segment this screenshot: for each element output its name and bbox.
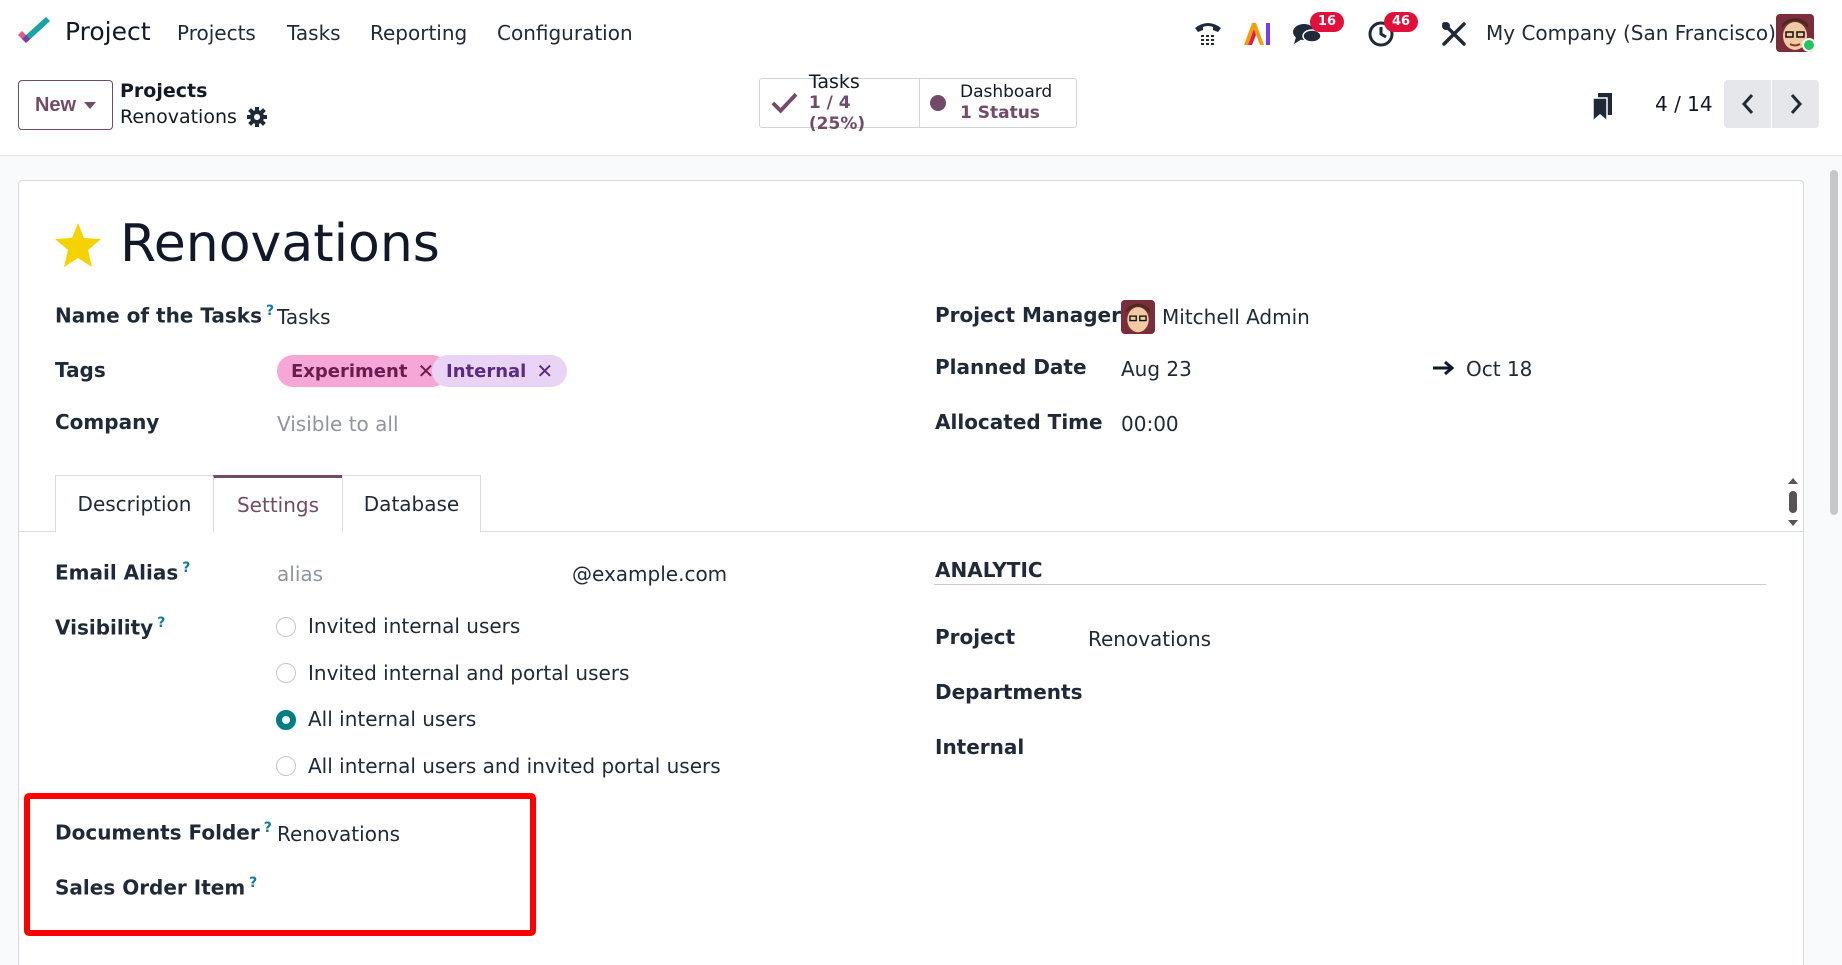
radio-all-internal-portal[interactable] xyxy=(276,756,296,776)
email-alias-label: Email Alias? xyxy=(55,560,191,585)
previous-record-button[interactable] xyxy=(1724,80,1771,128)
phone-icon[interactable] xyxy=(1191,18,1225,50)
menu-tasks[interactable]: Tasks xyxy=(287,21,341,45)
planned-end-date[interactable]: Oct 18 xyxy=(1466,357,1532,381)
chevron-left-icon xyxy=(1741,94,1753,114)
name-tasks-label: Name of the Tasks? xyxy=(55,303,275,328)
menu-projects[interactable]: Projects xyxy=(177,21,256,45)
tasks-smart-button[interactable]: Tasks 1 / 4 (25%) xyxy=(760,71,919,134)
radio-label-invited-internal-portal[interactable]: Invited internal and portal users xyxy=(308,661,629,685)
scroll-down-icon[interactable] xyxy=(1788,520,1798,526)
planned-start-date[interactable]: Aug 23 xyxy=(1121,357,1192,381)
tasks-stat-value: 1 / 4 (25%) xyxy=(808,92,866,134)
radio-all-internal[interactable] xyxy=(276,710,296,730)
breadcrumb-current: Renovations xyxy=(120,106,237,128)
caret-down-icon xyxy=(84,101,97,109)
next-record-button[interactable] xyxy=(1772,80,1819,128)
chat-icon[interactable]: 16 xyxy=(1290,12,1345,50)
app-name[interactable]: Project xyxy=(65,17,151,46)
new-button-label: New xyxy=(34,93,77,116)
chevron-right-icon xyxy=(1790,94,1802,114)
remove-tag-icon[interactable]: ✕ xyxy=(536,361,553,381)
control-panel: New Projects Renovations Tasks 1 / 4 (25… xyxy=(0,66,1842,156)
bookmark-icon[interactable] xyxy=(1592,93,1614,121)
tag-internal[interactable]: Internal ✕ xyxy=(432,355,568,387)
status-dot-icon xyxy=(929,95,946,111)
planned-date-label: Planned Date xyxy=(935,355,1087,379)
radio-label-all-internal[interactable]: All internal users xyxy=(308,707,476,731)
company-switcher[interactable]: My Company (San Francisco) xyxy=(1486,21,1776,45)
radio-invited-internal[interactable] xyxy=(276,617,296,637)
arrow-right-icon xyxy=(1433,360,1455,376)
tab-settings[interactable]: Settings xyxy=(213,475,343,532)
highlight-box xyxy=(24,793,536,936)
help-tooltip-icon[interactable]: ? xyxy=(182,560,190,576)
dashboard-stat-value: 1 Status xyxy=(959,103,1040,123)
project-title[interactable]: Renovations xyxy=(120,214,440,274)
alias-input[interactable]: alias xyxy=(277,562,323,586)
tab-description[interactable]: Description xyxy=(55,475,214,532)
visibility-label: Visibility? xyxy=(55,615,166,640)
page-scrollbar[interactable] xyxy=(1830,170,1838,515)
internal-label: Internal xyxy=(935,735,1025,759)
activity-clock-icon[interactable]: 46 xyxy=(1364,12,1419,50)
name-tasks-value[interactable]: Tasks xyxy=(277,305,331,329)
company-label: Company xyxy=(55,410,160,434)
breadcrumb-projects[interactable]: Projects xyxy=(120,80,207,102)
top-navbar: Project Projects Tasks Reporting Configu… xyxy=(0,0,1842,66)
allocated-time-value[interactable]: 00:00 xyxy=(1121,412,1179,436)
departments-label: Departments xyxy=(935,680,1083,704)
project-manager-label: Project Manager xyxy=(935,303,1121,327)
online-status-dot xyxy=(1802,38,1816,52)
dashboard-smart-button[interactable]: Dashboard 1 Status xyxy=(918,79,1076,127)
analytic-separator xyxy=(934,584,1766,585)
tag-internal-label: Internal xyxy=(446,360,527,382)
tags-label: Tags xyxy=(55,358,106,382)
project-app-logo-icon[interactable] xyxy=(16,17,52,49)
chat-badge: 16 xyxy=(1310,12,1345,32)
alias-domain: @example.com xyxy=(572,562,728,586)
radio-label-invited-internal[interactable]: Invited internal users xyxy=(308,614,520,638)
activity-badge: 46 xyxy=(1384,12,1419,32)
project-manager-value[interactable]: Mitchell Admin xyxy=(1162,305,1310,329)
help-tooltip-icon[interactable]: ? xyxy=(157,615,165,631)
help-tooltip-icon[interactable]: ? xyxy=(266,303,274,319)
radio-invited-internal-portal[interactable] xyxy=(276,663,296,683)
favorite-star-icon[interactable] xyxy=(54,222,102,268)
smart-buttons: Tasks 1 / 4 (25%) Dashboard 1 Status xyxy=(759,71,1077,134)
menu-configuration[interactable]: Configuration xyxy=(497,21,633,45)
project-manager-avatar xyxy=(1121,300,1155,334)
allocated-time-label: Allocated Time xyxy=(935,410,1103,434)
analytic-project-value[interactable]: Renovations xyxy=(1088,627,1211,651)
tag-experiment[interactable]: Experiment ✕ xyxy=(277,355,449,387)
checkmark-icon xyxy=(771,93,798,114)
radio-label-all-internal-portal[interactable]: All internal users and invited portal us… xyxy=(308,754,721,778)
pager-value[interactable]: 4 / 14 xyxy=(1655,92,1713,116)
ai-icon[interactable] xyxy=(1240,18,1274,50)
tab-database[interactable]: Database xyxy=(342,475,481,532)
analytic-project-label: Project xyxy=(935,625,1016,649)
analytic-heading: ANALYTIC xyxy=(935,558,1043,582)
debug-tools-icon[interactable] xyxy=(1437,18,1471,50)
tabs-scroll-thumb[interactable] xyxy=(1789,491,1797,513)
new-button[interactable]: New xyxy=(18,80,113,130)
dashboard-stat-title: Dashboard xyxy=(959,82,1053,102)
tag-experiment-label: Experiment xyxy=(291,360,408,382)
gear-icon[interactable] xyxy=(246,106,268,128)
menu-reporting[interactable]: Reporting xyxy=(370,21,467,45)
company-field[interactable]: Visible to all xyxy=(277,412,399,436)
tasks-stat-title: Tasks xyxy=(808,70,860,93)
scroll-up-icon[interactable] xyxy=(1788,478,1798,484)
